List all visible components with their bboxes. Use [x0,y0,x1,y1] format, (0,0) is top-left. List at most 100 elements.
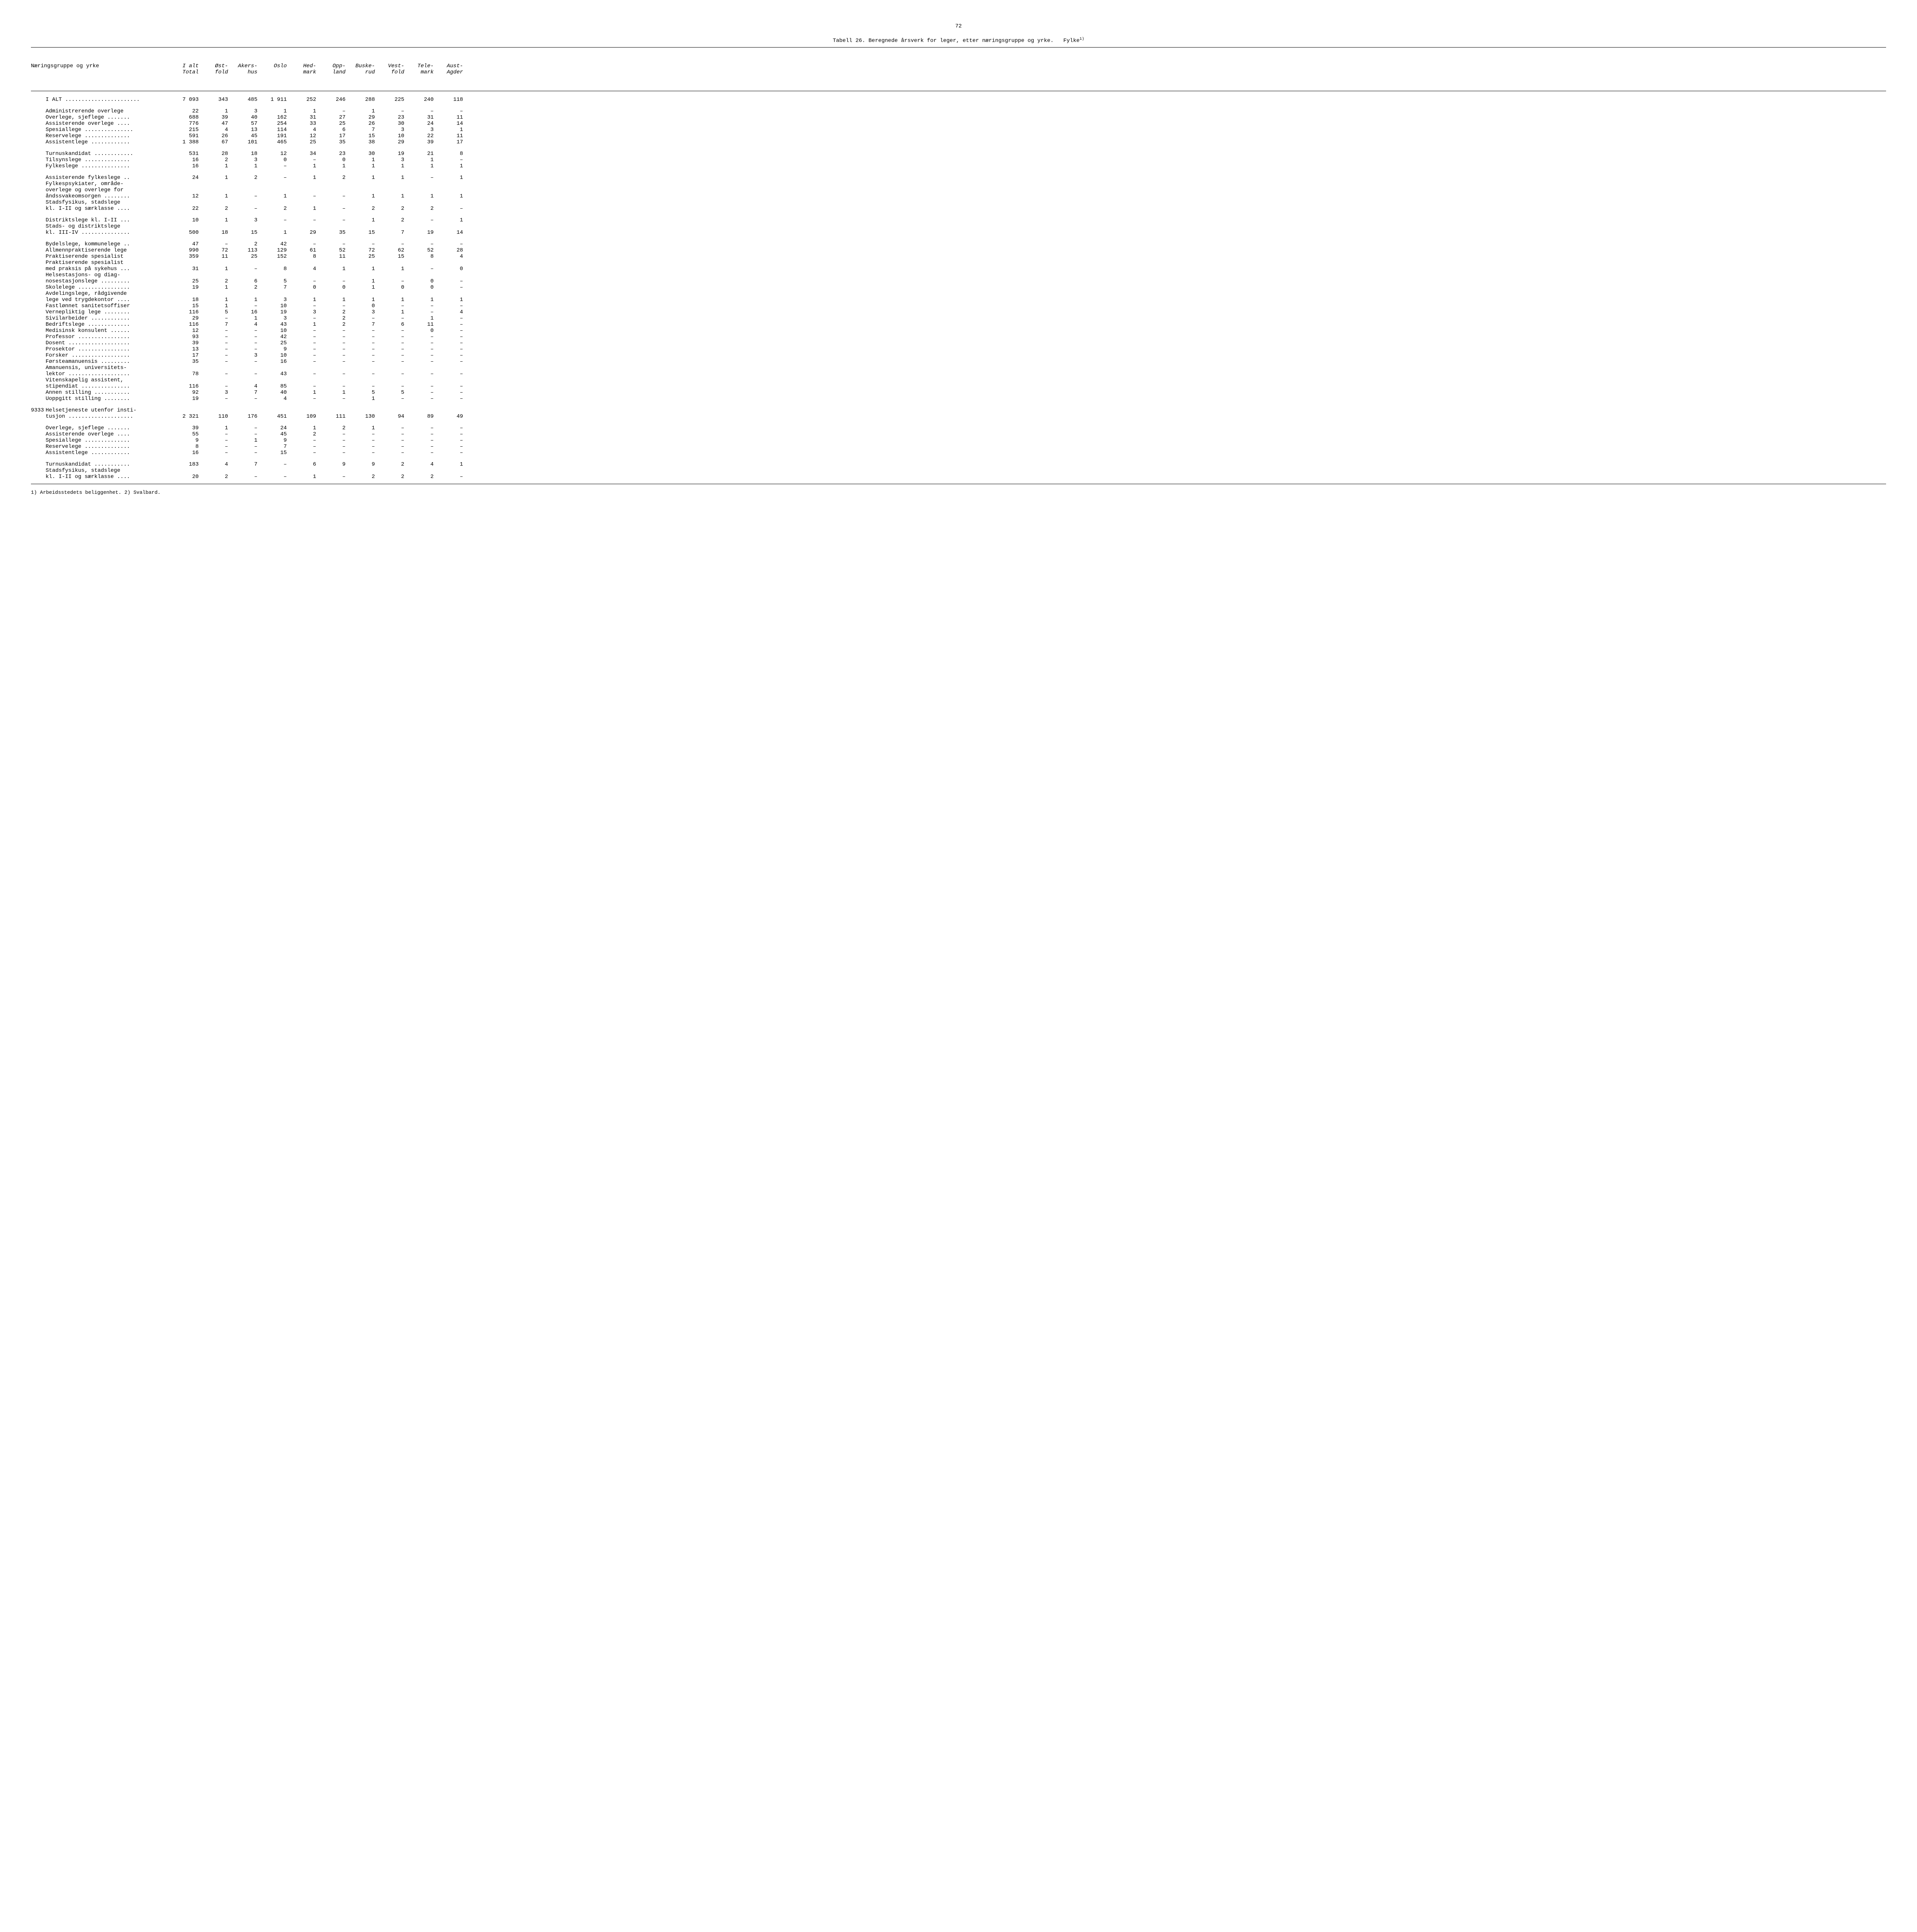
cell: – [289,437,316,444]
cell: – [436,425,463,431]
cell: 19 [260,309,287,315]
table-row: Turnuskandidat ............5312818123423… [31,151,1886,157]
row-label: Helsetjeneste utenfor insti- [46,407,169,413]
cell: – [407,371,434,377]
cell: – [260,474,287,480]
cell: 4 [201,127,228,133]
cell: – [230,431,257,437]
cell: 246 [318,97,346,103]
cell: 1 [260,108,287,114]
cell: 43 [260,321,287,328]
cell: 11 [436,114,463,121]
cell: – [377,431,404,437]
cell: – [201,396,228,402]
table: Næringsgruppe og yrke I altTotal Øst-fol… [31,63,1886,495]
cell: – [436,431,463,437]
table-row: lektor ...................78––43–––––– [31,371,1886,377]
table-row: 9333Helsetjeneste utenfor insti- [31,407,1886,413]
cell: – [318,431,346,437]
cell: – [318,359,346,365]
cell: 21 [407,151,434,157]
cell: 34 [289,151,316,157]
caption-prefix: Tabell 26. [833,38,865,44]
cell: 1 [201,297,228,303]
row-label: med praksis på sykehus ... [46,266,169,272]
cell: 4 [436,309,463,315]
cell: 8 [289,253,316,260]
cell: 9 [172,437,199,444]
cell: 1 [348,284,375,291]
table-row: Praktiserende spesialist3591125152811251… [31,253,1886,260]
cell: 1 [289,108,316,114]
cell: – [348,315,375,321]
row-label: Vitenskapelig assistent, [46,377,169,383]
cell: – [377,303,404,309]
cell: – [318,383,346,389]
cell: 1 [407,193,434,199]
cell: – [377,450,404,456]
row-label: Assistentlege ............ [46,450,169,456]
cell: 1 [230,163,257,169]
cell: – [201,383,228,389]
cell: 3 [230,108,257,114]
cell: – [201,340,228,346]
cell: – [289,241,316,247]
cell: 28 [436,247,463,253]
cell: – [407,389,434,396]
cell: 6 [318,127,346,133]
cell: 18 [172,297,199,303]
table-row: Avdelingslege, rådgivende [31,291,1886,297]
col-header: Akers-hus [230,63,257,75]
cell: 2 [318,315,346,321]
cell: 57 [230,121,257,127]
cell: 19 [172,284,199,291]
table-row: Vernepliktig lege ........116516193231–4 [31,309,1886,315]
table-row: Bydelslege, kommunelege ..47–242–––––– [31,241,1886,247]
cell: 111 [318,413,346,420]
cell: – [318,346,346,352]
cell: – [260,217,287,223]
cell: 776 [172,121,199,127]
cell: – [230,340,257,346]
cell: 2 [407,474,434,480]
cell: – [348,241,375,247]
table-row: Overlege, sjeflege .......391–24121––– [31,425,1886,431]
row-label: Prosektor ................ [46,346,169,352]
cell: 9 [318,461,346,468]
cell: 1 [201,266,228,272]
cell: 27 [318,114,346,121]
cell: – [407,108,434,114]
cell: – [377,444,404,450]
col-header: Øst-fold [201,63,228,75]
cell: 42 [260,241,287,247]
cell: 22 [172,206,199,212]
cell: – [348,340,375,346]
table-row: lege ved trygdekontor ....18113111111 [31,297,1886,303]
cell: – [289,346,316,352]
cell: – [318,328,346,334]
cell: 12 [172,193,199,199]
cell: – [436,340,463,346]
cell: 4 [289,127,316,133]
cell: 62 [377,247,404,253]
cell: – [436,303,463,309]
cell: 25 [260,340,287,346]
cell: – [318,108,346,114]
cell: – [407,437,434,444]
cell: 1 [377,309,404,315]
cell: 1 [377,297,404,303]
cell: – [436,241,463,247]
row-label: Uoppgitt stilling ........ [46,396,169,402]
table-row: Spesiallege ..............9–19–––––– [31,437,1886,444]
cell: – [436,450,463,456]
cell: 2 [318,309,346,315]
cell: 39 [407,139,434,145]
cell: 113 [230,247,257,253]
cell: – [436,352,463,359]
table-row: Overlege, sjeflege .......68839401623127… [31,114,1886,121]
cell: – [318,334,346,340]
row-label: Praktiserende spesialist [46,253,169,260]
cell: 85 [260,383,287,389]
cell: – [436,321,463,328]
cell: 10 [172,217,199,223]
